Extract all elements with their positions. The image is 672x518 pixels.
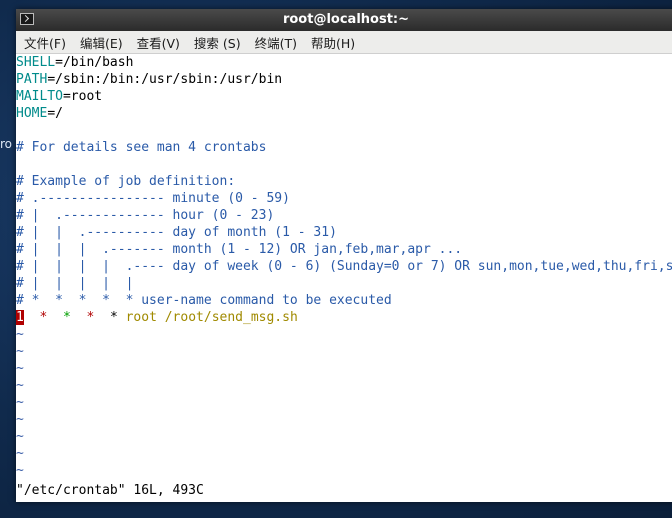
comment-line: # * * * * * user-name command to be exec… [16,293,392,308]
window-title: root@localhost:~ [282,12,410,27]
empty-line-marker: ~ [16,446,24,461]
comment-line: # | | | .------- month (1 - 12) OR jan,f… [16,242,463,257]
menu-file[interactable]: 文件(F) [18,33,72,52]
comment-line: # .---------------- minute (0 - 59) [16,191,290,206]
comment-line: # | | .---------- day of month (1 - 31) [16,225,337,240]
empty-line-marker: ~ [16,463,24,478]
env-line-mailto: MAILTO=root [16,89,103,104]
terminal-window: root@localhost:~ 文件(F) 编辑(E) 查看(V) 搜索 (S… [16,9,672,502]
empty-line-marker: ~ [16,344,24,359]
empty-line-marker: ~ [16,395,24,410]
cron-job-line[interactable]: 1 * * * * root /root/send_msg.sh [16,309,672,326]
text-cursor: 1 [16,310,24,325]
menu-search[interactable]: 搜索 (S) [188,33,247,52]
menu-terminal[interactable]: 终端(T) [249,33,303,52]
empty-line-marker: ~ [16,378,24,393]
desktop-label: ro [0,137,13,151]
empty-line-marker: ~ [16,361,24,376]
comment-line: # | | | | .---- day of week (0 - 6) (Sun… [16,259,672,274]
menu-view[interactable]: 查看(V) [131,33,186,52]
comment-line: # | | | | | [16,276,134,291]
empty-line-marker: ~ [16,412,24,427]
title-bar[interactable]: root@localhost:~ [16,9,672,31]
terminal-content[interactable]: SHELL=/bin/bash PATH=/sbin:/bin:/usr/sbi… [16,54,672,502]
env-line-path: PATH=/sbin:/bin:/usr/sbin:/usr/bin [16,72,283,87]
env-line-shell: SHELL=/bin/bash [16,55,134,70]
empty-line-marker: ~ [16,429,24,444]
env-line-home: HOME=/ [16,106,63,121]
empty-line-marker: ~ [16,327,24,342]
menu-bar: 文件(F) 编辑(E) 查看(V) 搜索 (S) 终端(T) 帮助(H) [16,31,672,54]
comment-line: # For details see man 4 crontabs [16,140,267,155]
menu-edit[interactable]: 编辑(E) [74,33,129,52]
comment-line: # Example of job definition: [16,174,236,189]
vim-status-line: "/etc/crontab" 16L, 493C [16,483,204,498]
menu-help[interactable]: 帮助(H) [305,33,361,52]
comment-line: # | .------------- hour (0 - 23) [16,208,275,223]
